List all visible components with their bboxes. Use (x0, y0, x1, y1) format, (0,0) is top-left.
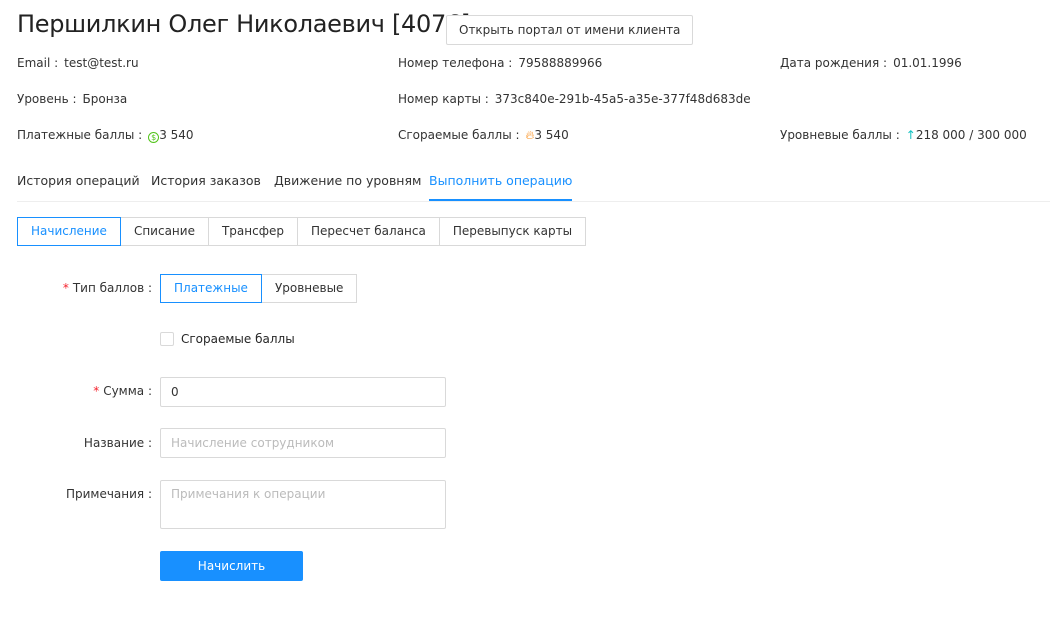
card-info: Номер карты :373c840e-291b-45a5-a35e-377… (398, 92, 751, 106)
tabs: История операций История заказов Движени… (17, 166, 1050, 202)
arrow-up-icon: ↑ (905, 128, 916, 142)
op-writeoff[interactable]: Списание (119, 217, 209, 246)
burn-points-checkbox[interactable] (160, 332, 174, 346)
level-info: Уровень : Бронза (17, 92, 128, 106)
tab-perform-operation[interactable]: Выполнить операцию (429, 173, 573, 201)
operation-type-selector: Начисление Списание Трансфер Пересчет ба… (17, 217, 587, 246)
phone-info: Номер телефона :79588889966 (398, 56, 603, 70)
op-recalc[interactable]: Пересчет баланса (296, 217, 440, 246)
op-reissue-card[interactable]: Перевыпуск карты (438, 217, 587, 246)
level-points-info: Уровневые баллы : ↑218 000 / 300 000 (780, 128, 1027, 142)
birthdate-info: Дата рождения :01.01.1996 (780, 56, 962, 70)
payment-points-info: Платежные баллы : $3 540 (17, 128, 194, 143)
burn-points-checkbox-row[interactable]: Сгораемые баллы (160, 332, 295, 346)
notes-label: Примечания : (65, 487, 152, 501)
tab-operations-history[interactable]: История операций (17, 173, 140, 188)
points-type-label: * Тип баллов : (62, 281, 152, 295)
submit-accrual-button[interactable]: Начислить (160, 551, 303, 581)
type-level[interactable]: Уровневые (260, 274, 358, 303)
type-payment[interactable]: Платежные (160, 274, 262, 303)
tab-orders-history[interactable]: История заказов (151, 173, 261, 188)
op-accrual[interactable]: Начисление (17, 217, 121, 246)
sum-label: * Сумма : (93, 384, 152, 398)
op-transfer[interactable]: Трансфер (207, 217, 298, 246)
burn-points-info: Сгораемые баллы : 🔥︎3 540 (398, 128, 569, 142)
open-portal-button[interactable]: Открыть портал от имени клиента (446, 15, 694, 45)
page-title: Першилкин Олег Николаевич [4076] (17, 10, 470, 38)
sum-input[interactable] (160, 377, 446, 407)
name-label: Название : (83, 436, 152, 450)
email-info: Email : test@test.ru (17, 56, 139, 70)
points-type-selector: Платежные Уровневые (160, 274, 358, 303)
notes-textarea[interactable] (160, 480, 446, 529)
tab-level-movement[interactable]: Движение по уровням (274, 173, 421, 188)
name-input[interactable] (160, 428, 446, 458)
dollar-circle-icon: $ (148, 132, 160, 143)
